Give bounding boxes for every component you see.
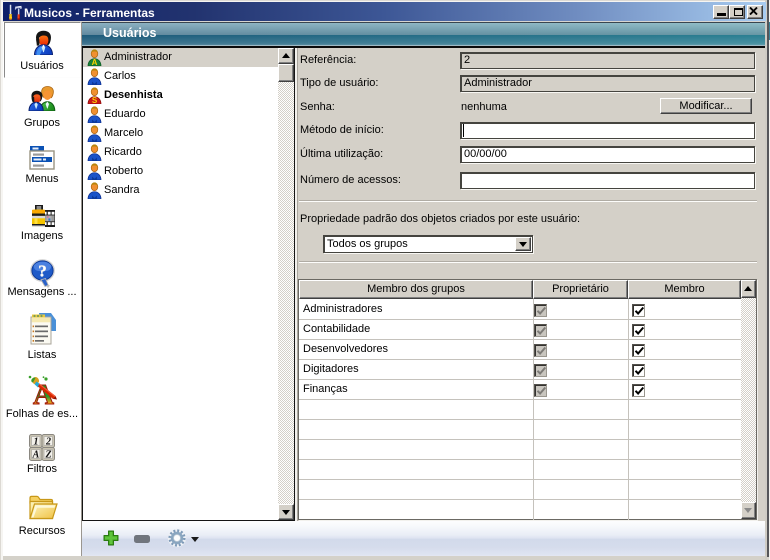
svg-text:2: 2 xyxy=(45,437,51,448)
svg-text:S: S xyxy=(92,96,98,104)
svg-text:1: 1 xyxy=(34,437,39,448)
svg-text:A: A xyxy=(92,58,98,66)
svg-text:A: A xyxy=(32,450,40,461)
svg-text:Z: Z xyxy=(44,450,51,461)
svg-text:?: ? xyxy=(38,262,47,281)
